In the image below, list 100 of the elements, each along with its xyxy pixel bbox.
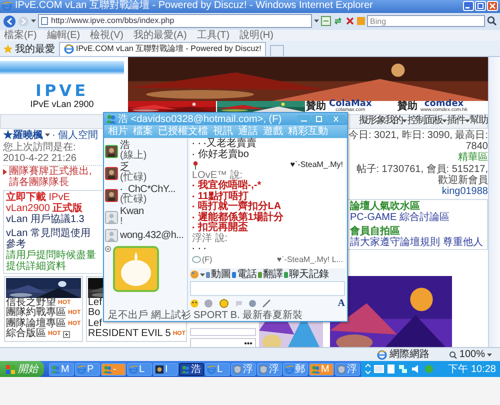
board-link[interactable]: 團隊約戰專區 [6,308,66,319]
back-icon[interactable] [3,14,16,28]
contact-status: (線上) [120,151,147,161]
nav-link[interactable]: 擬形象 [358,115,385,128]
contact-status: (忙碌) [120,195,147,205]
ad-link[interactable]: 足不出戶 網上試衫 SPORT B. 最新春夏新裝 [104,310,347,321]
forum-link[interactable]: 立即下載 IPvE vLan2900 正式版 [6,192,100,214]
forum-link[interactable]: vLan 用戶協議1.3 [6,214,100,225]
refresh-icon[interactable] [333,16,343,26]
board-link[interactable]: Lef [88,318,102,330]
contact-name[interactable]: 乏 [120,163,147,173]
contact-name[interactable]: 浩 [120,141,147,151]
chat-message: ‧ 你好老賣bo [192,150,249,160]
menu-item[interactable]: 檢視(V) [90,30,124,41]
bullet-icon [3,168,7,175]
taskbar-button[interactable]: 浩 [179,362,204,376]
menu-item[interactable]: 檔案(F) [4,30,37,41]
toolbar-button[interactable]: 電話 [232,269,257,280]
forum-link[interactable]: 會員自拍區 [350,226,485,237]
forum-link[interactable]: 請大家遵守論壇規則 尊重他人 [350,236,485,248]
profile-link[interactable]: · 個人空間 [52,130,98,141]
nav-link[interactable]: 控制面板 [407,115,442,128]
scrollbar[interactable] [488,56,500,348]
globe-icon [207,364,216,374]
contact-name[interactable]: Kwan [120,207,144,217]
contact-name[interactable]: ‧_ChC*ChY... [120,185,176,195]
board-link[interactable]: Lef [88,298,102,308]
forum-link[interactable]: 請用戶提問時候盡量提供詳細資料 [6,250,100,272]
arrows-icon[interactable] [365,363,371,376]
people-icon [51,364,60,374]
board-link[interactable]: RESIDENT EVIL 5 [88,329,171,340]
search-icon[interactable] [487,16,497,26]
font-button[interactable]: A [338,298,345,308]
caret-icon [442,119,448,124]
minimize-icon[interactable] [463,1,474,12]
contact-status: (F) [202,254,212,265]
maximize-icon[interactable] [475,1,486,12]
star-icon [3,44,13,54]
search-field[interactable]: Bing [367,15,485,28]
caret-icon [487,352,492,357]
pen-icon[interactable] [262,298,271,308]
digest-link[interactable]: 精華區 [458,152,488,163]
globe-icon [64,44,74,54]
chat-message: ‧ 遲能都係第1場計分 [192,212,284,222]
close-icon[interactable] [327,115,345,123]
sponsor-logo[interactable]: comdex [424,100,464,108]
address-field[interactable]: http://www.ipve.com/bbs/index.php [38,14,312,28]
contact-status: ! [120,217,124,227]
stop-icon[interactable] [345,16,355,26]
globe-icon [129,364,138,374]
chat-message: ‧ 唔打就一齊扣分LA [192,202,282,212]
contact-name[interactable]: wong.432@h... [120,230,184,240]
close-icon[interactable] [487,1,498,12]
minimize-icon[interactable] [297,115,311,123]
chat-message: ♥`-SteaM_.My! [290,160,343,170]
forum-link[interactable]: vLan 常見問題使用參考 [6,228,100,250]
expand-icon[interactable] [62,331,70,338]
chat-message: ‧ 11點打唔打 [192,192,248,202]
shield-icon [337,364,346,374]
smiley-icon[interactable] [190,298,199,308]
nav-link[interactable]: 幫助 [470,115,487,128]
sponsor-logo[interactable]: ColaMax [329,100,372,108]
forum-link[interactable]: 論壇人氣吹水區 [350,200,485,212]
caret-icon [45,133,50,138]
toolbar-button[interactable]: 聊天記錄 [284,269,329,280]
chat-message: ‧ 我宜你唔啱-,-* [192,181,262,191]
toolbar-button[interactable]: 動圖 [206,269,231,280]
nav-link[interactable]: 插件 [447,115,465,128]
menu-item[interactable]: 工具(T) [196,30,230,41]
contact-status: (忙碌) [120,173,147,183]
stats-text: 今日: 3021, 昨日: 3090, 最高日: 7840 [348,130,488,152]
forum-link[interactable]: PC-GAME 綜合討論區 [350,212,485,223]
caret-icon [200,272,205,276]
board-link[interactable]: 綜合版區 [6,329,46,340]
volume-icon[interactable] [411,364,421,374]
globe-icon [377,350,388,360]
chat-message: ‧ 扣完再開盃 [192,223,248,233]
browser-tab[interactable]: IPvE.COM vLan 互聯對戰論壇 - Powered by Discuz! [59,42,266,56]
chat-message: ‧ ‧ ‧ [192,244,207,254]
message-input[interactable] [190,281,345,296]
menu-item[interactable]: 我的最愛(A) [133,30,187,41]
board-link[interactable]: 團隊論壇專區 [6,318,66,330]
menu-item[interactable]: 說明(H) [240,30,274,41]
new-tab-button[interactable] [270,44,284,56]
maximize-icon[interactable] [312,115,326,123]
member-link[interactable]: king01988 [442,186,488,197]
toolbar-button[interactable]: 翻譯 [258,269,283,280]
caret-icon [464,119,470,124]
notice-link[interactable]: 團隊賽牌正式推出, 請各團隊隊長 [9,166,102,188]
logo: IPVE [36,82,88,99]
nav-link[interactable]: 我的 [384,115,402,128]
board-link[interactable]: Bo [88,308,100,319]
magnifier-icon [449,350,458,359]
sponsor-label: 贊助 [306,100,326,112]
menu-item[interactable]: 編輯(E) [46,30,80,41]
radio-icon[interactable] [105,246,111,252]
favorites-button[interactable]: 我的最愛 [3,42,55,56]
zoom-button[interactable]: 100% [449,348,492,361]
username-link[interactable]: ★羅曉楓 [3,130,43,141]
people-icon [106,114,116,124]
